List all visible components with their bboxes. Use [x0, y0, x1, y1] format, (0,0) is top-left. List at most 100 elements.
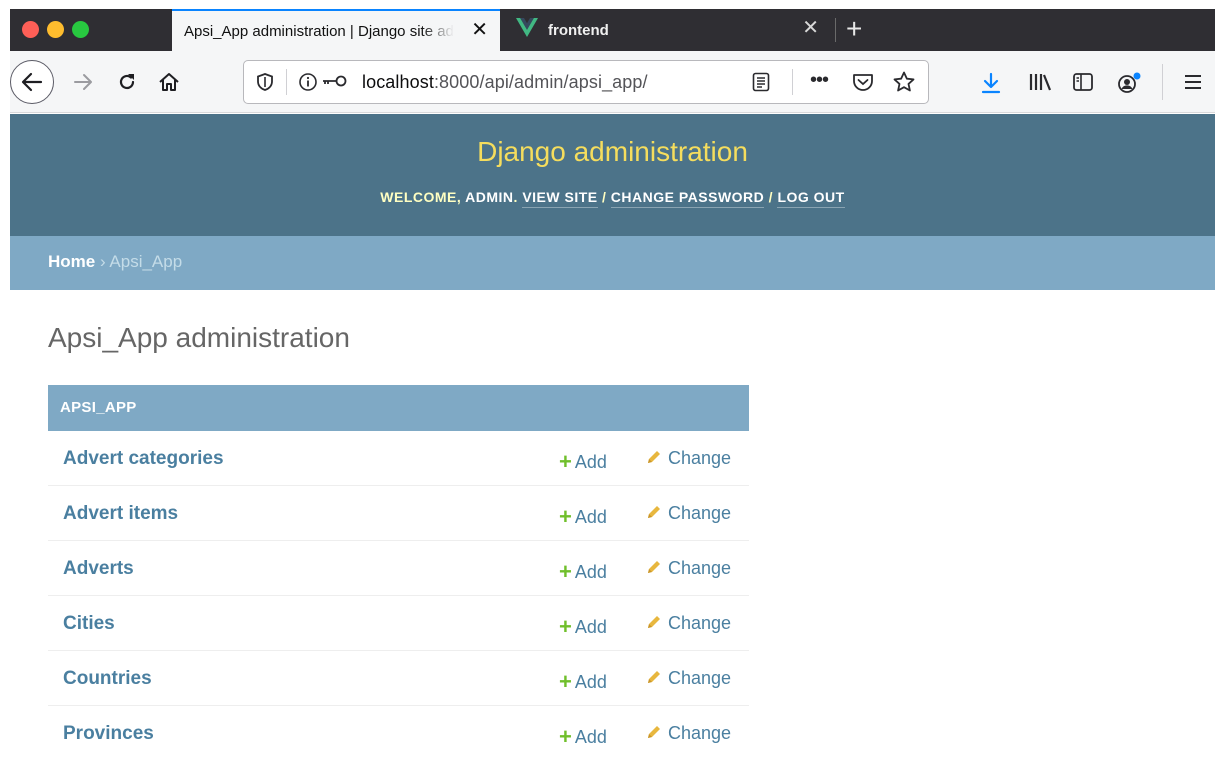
toolbar-divider	[1162, 64, 1163, 100]
reload-icon[interactable]	[110, 65, 144, 99]
app-module-apsi-app: APSI_APP Advert categories + Add Change A…	[48, 385, 749, 761]
change-link[interactable]: Change	[646, 613, 731, 634]
key-icon[interactable]	[322, 74, 348, 93]
breadcrumb-current: Apsi_App	[109, 252, 183, 271]
add-link[interactable]: + Add	[559, 723, 607, 749]
user-tools-separator: /	[764, 189, 778, 205]
add-link[interactable]: + Add	[559, 448, 607, 474]
admin-header: Django administration WELCOME, ADMIN. VI…	[10, 114, 1215, 236]
url-path: :8000/api/admin/apsi_app/	[433, 72, 648, 92]
url-text[interactable]: localhost:8000/api/admin/apsi_app/	[362, 72, 648, 93]
pencil-icon	[646, 558, 668, 578]
download-icon[interactable]	[980, 72, 1002, 99]
pencil-icon	[646, 448, 668, 468]
change-label: Change	[668, 723, 732, 743]
model-row-adverts: Adverts + Add Change	[48, 541, 749, 596]
model-link[interactable]: Adverts	[63, 558, 134, 580]
add-label: Add	[574, 727, 607, 747]
change-link[interactable]: Change	[646, 558, 731, 579]
plus-icon: +	[559, 669, 572, 694]
change-label: Change	[668, 558, 732, 578]
tab-frontend[interactable]: frontend ✕	[500, 9, 835, 51]
address-bar[interactable]: localhost:8000/api/admin/apsi_app/ •••	[243, 60, 929, 104]
star-icon[interactable]	[892, 70, 916, 99]
welcome-period: .	[513, 189, 523, 205]
hamburger-menu-icon[interactable]	[1182, 72, 1204, 97]
new-tab-button[interactable]: +	[846, 15, 862, 43]
tab-title: Apsi_App administration | Django site ad…	[184, 22, 454, 40]
browser-tab-strip: Apsi_App administration | Django site ad…	[10, 9, 1215, 51]
pencil-icon	[646, 503, 668, 523]
plus-icon: +	[559, 724, 572, 749]
user-tools: WELCOME, ADMIN. VIEW SITE / CHANGE PASSW…	[10, 189, 1215, 208]
view-site-link[interactable]: VIEW SITE	[522, 189, 598, 208]
plus-icon: +	[559, 614, 572, 639]
change-label: Change	[668, 668, 732, 688]
user-tools-separator: /	[597, 189, 611, 205]
add-link[interactable]: + Add	[559, 558, 607, 584]
library-icon[interactable]	[1028, 72, 1054, 97]
add-label: Add	[574, 617, 607, 637]
model-link[interactable]: Advert items	[63, 503, 178, 525]
change-label: Change	[668, 448, 732, 468]
change-label: Change	[668, 503, 732, 523]
pencil-icon	[646, 723, 668, 743]
add-link[interactable]: + Add	[559, 503, 607, 529]
back-arrow-icon[interactable]	[10, 60, 54, 104]
page-title: Apsi_App administration	[48, 322, 350, 353]
plus-icon: +	[559, 449, 572, 474]
log-out-link[interactable]: LOG OUT	[777, 189, 845, 208]
site-title[interactable]: Django administration	[10, 136, 1215, 168]
change-link[interactable]: Change	[646, 723, 731, 744]
model-link[interactable]: Countries	[63, 668, 152, 690]
tab-close-icon[interactable]: ✕	[802, 18, 819, 38]
tab-divider	[835, 18, 836, 42]
breadcrumb: Home › Apsi_App	[10, 236, 1215, 290]
model-row-cities: Cities + Add Change	[48, 596, 749, 651]
account-icon[interactable]	[1116, 72, 1142, 99]
add-label: Add	[574, 562, 607, 582]
sidebar-icon[interactable]	[1072, 72, 1094, 97]
info-icon[interactable]	[298, 72, 318, 97]
forward-arrow-icon[interactable]	[66, 65, 100, 99]
reader-view-icon[interactable]	[752, 72, 770, 97]
breadcrumb-separator: ›	[95, 252, 110, 271]
minimize-window-button[interactable]	[47, 21, 64, 38]
model-row-provinces: Provinces + Add Change	[48, 706, 749, 761]
plus-icon: +	[559, 504, 572, 529]
change-link[interactable]: Change	[646, 503, 731, 524]
address-bar-divider	[792, 69, 793, 95]
model-row-advert-items: Advert items + Add Change	[48, 486, 749, 541]
add-link[interactable]: + Add	[559, 668, 607, 694]
model-row-countries: Countries + Add Change	[48, 651, 749, 706]
model-row-advert-categories: Advert categories + Add Change	[48, 431, 749, 486]
tab-title: frontend	[548, 21, 609, 39]
shield-icon[interactable]	[256, 72, 274, 97]
plus-icon: +	[559, 559, 572, 584]
username: ADMIN	[465, 189, 514, 205]
more-actions-icon[interactable]: •••	[810, 69, 829, 92]
address-bar-divider	[286, 69, 287, 95]
change-link[interactable]: Change	[646, 448, 731, 469]
pencil-icon	[646, 668, 668, 688]
change-link[interactable]: Change	[646, 668, 731, 689]
tab-apsi-app-admin[interactable]: Apsi_App administration | Django site ad…	[172, 9, 500, 51]
vue-logo-icon	[516, 18, 538, 42]
pocket-icon[interactable]	[852, 72, 874, 97]
model-link[interactable]: Cities	[63, 613, 115, 635]
add-label: Add	[574, 452, 607, 472]
pencil-icon	[646, 613, 668, 633]
add-label: Add	[574, 507, 607, 527]
model-link[interactable]: Advert categories	[63, 448, 224, 470]
model-link[interactable]: Provinces	[63, 723, 154, 745]
add-label: Add	[574, 672, 607, 692]
breadcrumb-home-link[interactable]: Home	[48, 252, 95, 271]
add-link[interactable]: + Add	[559, 613, 607, 639]
change-label: Change	[668, 613, 732, 633]
close-window-button[interactable]	[22, 21, 39, 38]
tab-close-icon[interactable]: ✕	[471, 20, 488, 40]
zoom-window-button[interactable]	[72, 21, 89, 38]
change-password-link[interactable]: CHANGE PASSWORD	[610, 189, 765, 208]
home-icon[interactable]	[152, 65, 186, 99]
module-caption[interactable]: APSI_APP	[48, 385, 749, 431]
